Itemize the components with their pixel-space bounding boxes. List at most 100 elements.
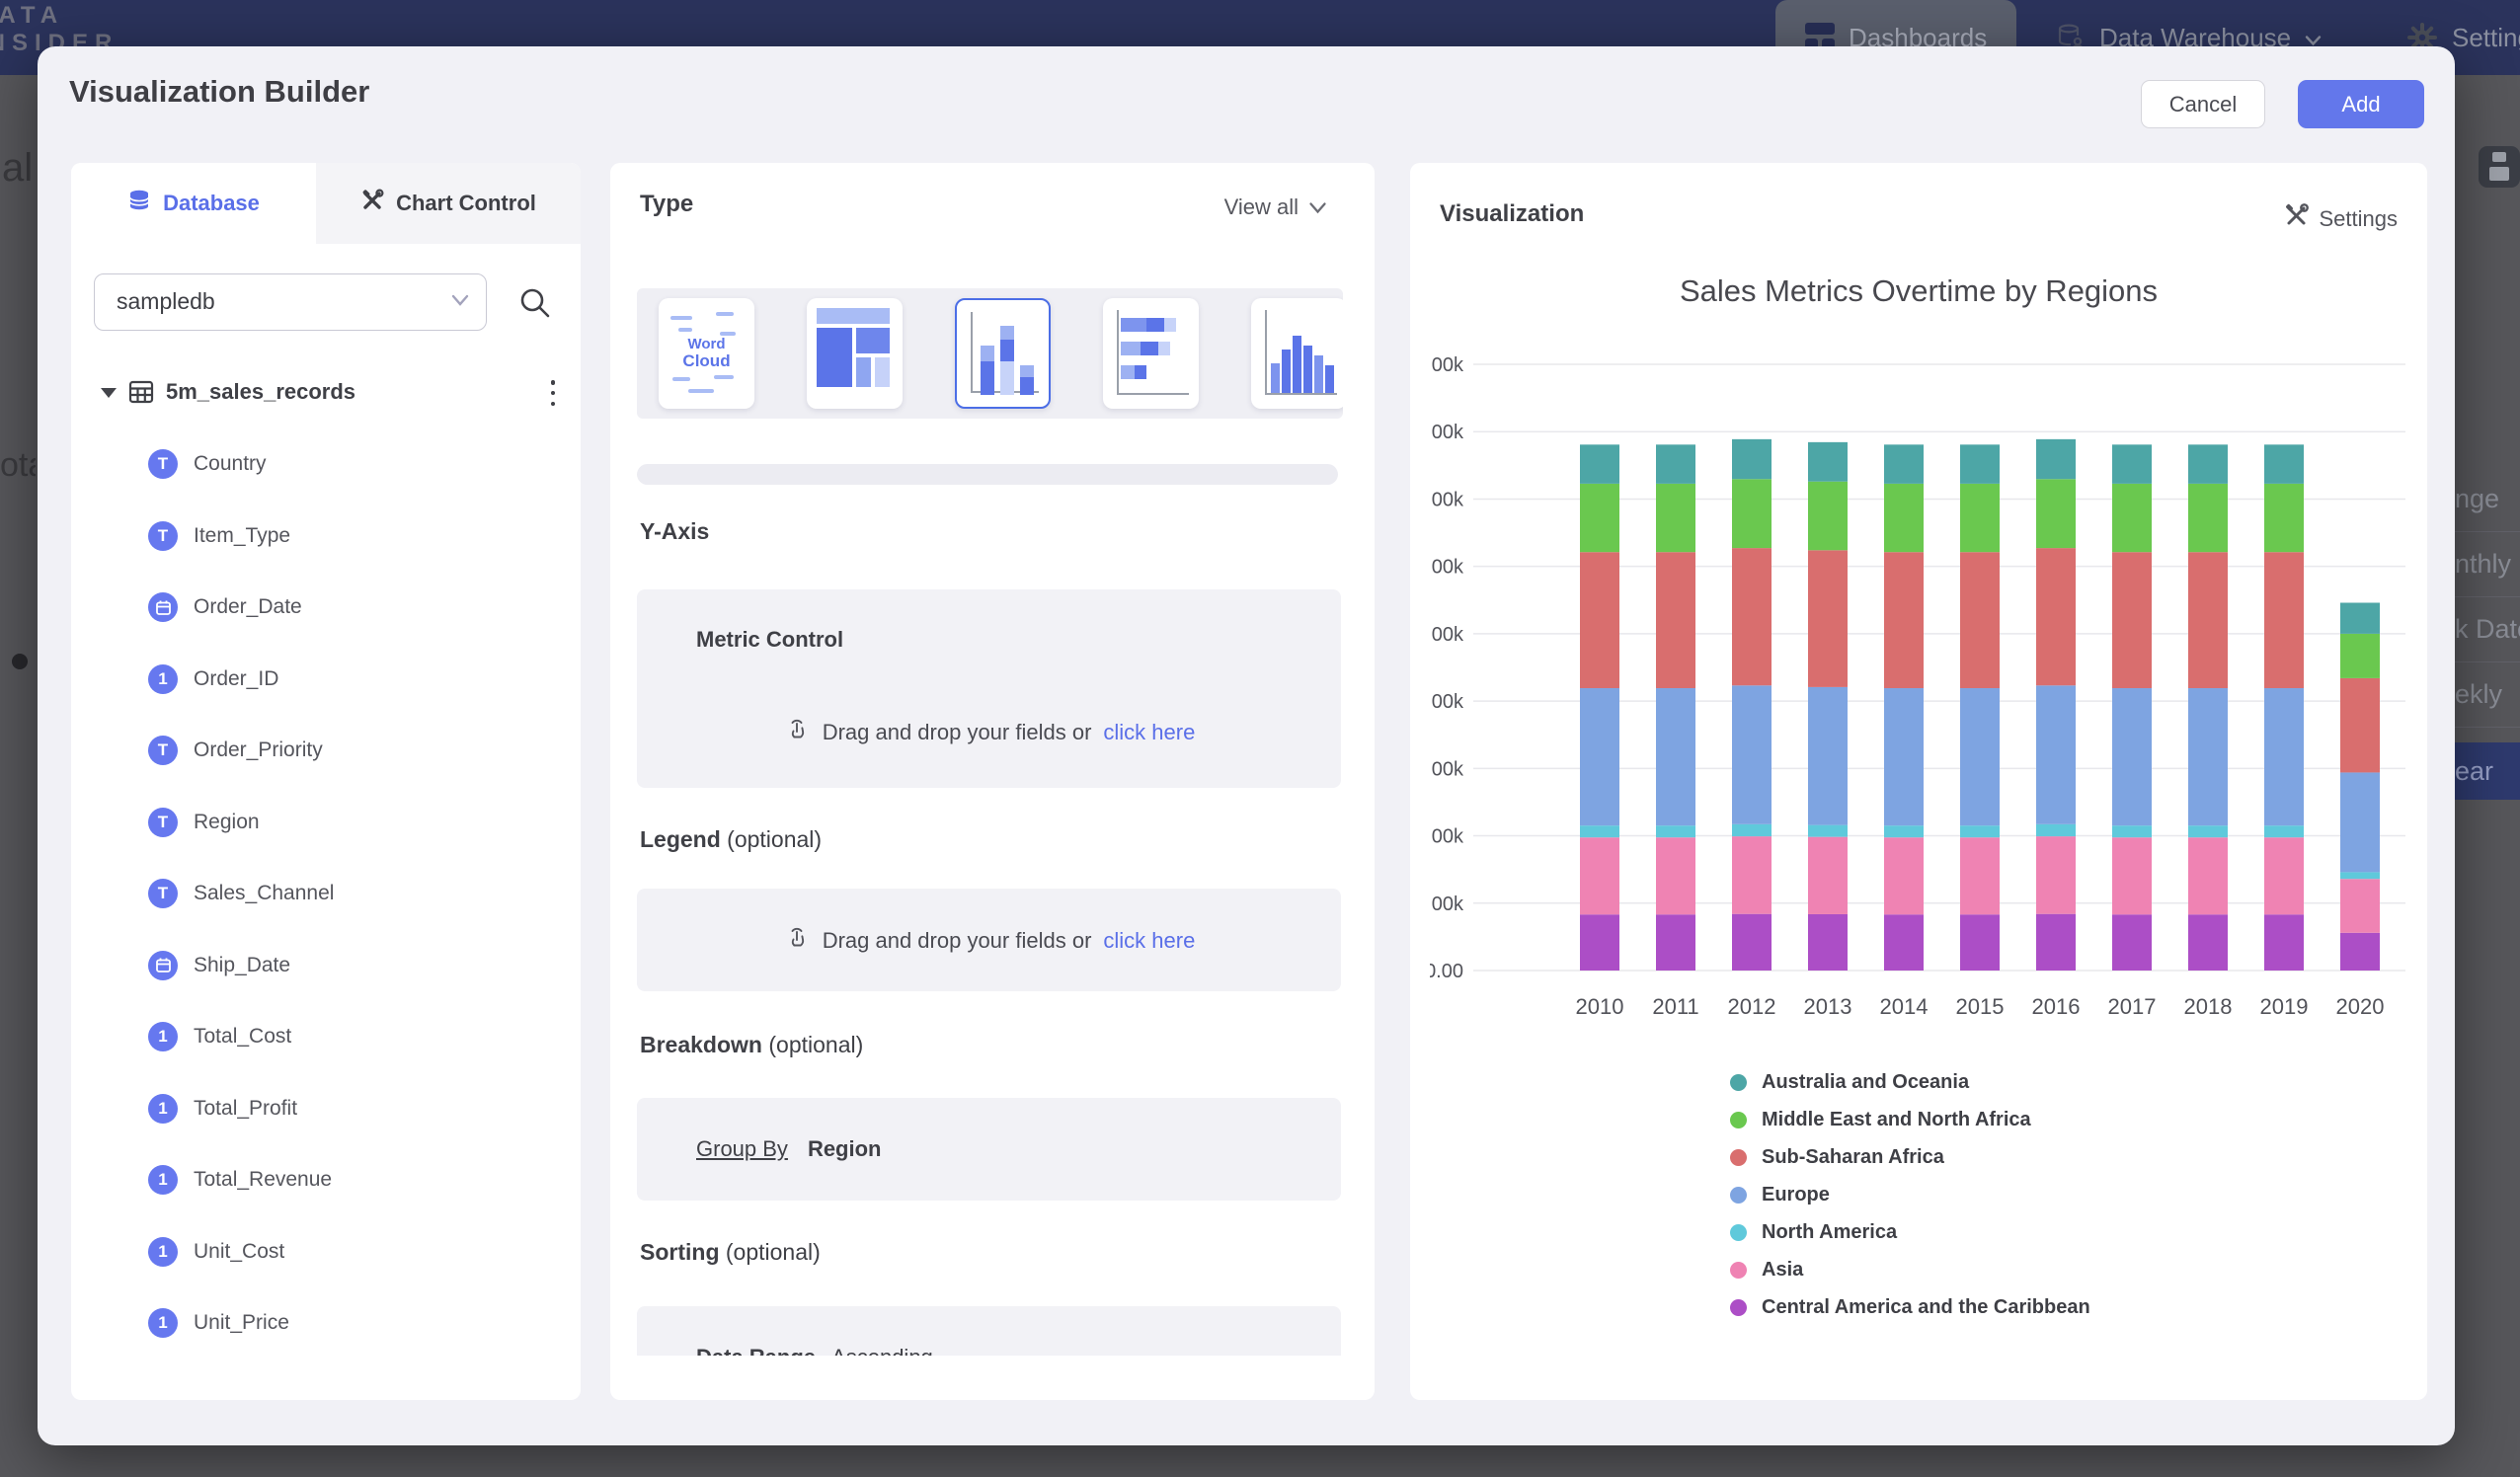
visualization-panel: Visualization Settings Sales Metrics Ove… [1410, 163, 2427, 1400]
tab-chart-control[interactable]: Chart Control [316, 163, 581, 244]
field-name: Item_Type [194, 521, 290, 551]
y-tick-label: 175.00k [1430, 489, 1464, 510]
field-row-sales_channel[interactable]: T Sales_Channel [71, 879, 581, 908]
legend-swatch [1730, 1262, 1747, 1279]
breakdown-dropzone[interactable]: Group By Region [637, 1098, 1341, 1201]
field-name: Sales_Channel [194, 879, 334, 908]
field-row-total_profit[interactable]: 1Total_Profit [71, 1094, 581, 1124]
bar-segment [1960, 825, 2000, 837]
field-row-country[interactable]: TCountry [71, 449, 581, 479]
sorting-dropzone[interactable]: Data Range Ascending [637, 1306, 1341, 1356]
x-tick-label: 2014 [1880, 994, 1929, 1019]
save-icon [2479, 146, 2520, 188]
bar-segment [1960, 552, 2000, 688]
legend-item[interactable]: Central America and the Caribbean [1730, 1288, 2090, 1326]
legend-swatch [1730, 1149, 1747, 1166]
bar-segment [1960, 484, 2000, 552]
backdrop-menu-item: k Date [2455, 596, 2520, 662]
bar-segment [2036, 548, 2076, 685]
bar-segment [1732, 836, 1772, 914]
table-name[interactable]: 5m_sales_records [166, 372, 355, 412]
legend-dropzone[interactable]: Drag and drop your fields or click here [637, 889, 1341, 991]
bar-segment [1732, 824, 1772, 836]
y-tick-label: 0.00 [1430, 961, 1463, 982]
chart-type-column[interactable] [1251, 298, 1343, 409]
builder-scroll-area: Type View all WordCloud [610, 163, 1375, 1356]
settings-label: Settings [2320, 206, 2399, 232]
bar-segment [1732, 685, 1772, 824]
field-row-unit_price[interactable]: 1Unit_Price [71, 1308, 581, 1338]
field-type-number-icon: 1 [148, 1094, 178, 1124]
field-name: Country [194, 449, 267, 479]
view-all-dropdown[interactable]: View all [1224, 194, 1327, 220]
field-row-order_date[interactable]: Order_Date [71, 592, 581, 622]
table-menu-icon[interactable] [543, 380, 563, 406]
y-tick-label: 50.00k [1430, 826, 1464, 848]
legend-section-title: Legend (optional) [640, 826, 822, 853]
field-row-total_cost[interactable]: 1Total_Cost [71, 1022, 581, 1051]
chevron-down-icon [450, 293, 470, 312]
bar-segment [1580, 825, 1619, 837]
field-row-region[interactable]: TRegion [71, 808, 581, 837]
chart-settings-button[interactable]: Settings [2283, 202, 2399, 235]
bar-segment [1732, 548, 1772, 685]
chart-type-stacked-bar[interactable] [1103, 298, 1199, 409]
dropzone-hint: Drag and drop your fields or [823, 928, 1092, 954]
tools-icon [2283, 202, 2310, 235]
bar-segment [1884, 688, 1924, 825]
group-by-link[interactable]: Group By [696, 1136, 788, 1162]
bar-segment [2112, 688, 2152, 825]
type-section-title: Type [640, 191, 693, 218]
legend-item[interactable]: Europe [1730, 1176, 2090, 1213]
legend-item[interactable]: North America [1730, 1213, 2090, 1251]
legend-item[interactable]: Sub-Saharan Africa [1730, 1138, 2090, 1176]
bar-segment [1580, 484, 1619, 552]
legend-item[interactable]: Asia [1730, 1251, 2090, 1288]
click-here-link[interactable]: click here [1103, 928, 1195, 954]
field-name: Order_ID [194, 664, 278, 694]
backdrop-bullet [12, 654, 28, 669]
legend-item[interactable]: Middle East and North Africa [1730, 1101, 2090, 1138]
chart-legend: Australia and OceaniaMiddle East and Nor… [1730, 1063, 2090, 1326]
database-select[interactable]: sampledb [94, 273, 487, 331]
field-row-order_priority[interactable]: TOrder_Priority [71, 736, 581, 765]
x-tick-label: 2020 [2336, 994, 2385, 1019]
legend-label: Central America and the Caribbean [1762, 1296, 2090, 1319]
chart-type-stacked-column[interactable] [955, 298, 1051, 409]
field-row-ship_date[interactable]: Ship_Date [71, 951, 581, 980]
database-select-value: sampledb [117, 274, 215, 329]
y-tick-label: 125.00k [1430, 624, 1464, 646]
field-row-item_type[interactable]: TItem_Type [71, 521, 581, 551]
bar-segment [1808, 837, 1848, 914]
bar-segment [1732, 479, 1772, 548]
bar-segment [2340, 872, 2380, 879]
bar-segment [2112, 484, 2152, 552]
click-here-link[interactable]: click here [1103, 720, 1195, 745]
field-row-unit_cost[interactable]: 1Unit_Cost [71, 1237, 581, 1267]
add-button[interactable]: Add [2298, 80, 2424, 128]
field-row-order_id[interactable]: 1Order_ID [71, 664, 581, 694]
metric-control-label: Metric Control [696, 627, 843, 653]
bar-segment [2264, 444, 2304, 484]
stacked-bar-chart: 0.0025.00k50.00k75.00k100.00k125.00k150.… [1430, 331, 2407, 1032]
bar-segment [1732, 914, 1772, 971]
cancel-button[interactable]: Cancel [2141, 80, 2265, 128]
bar-segment [1808, 687, 1848, 825]
field-type-text-icon: T [148, 879, 178, 908]
bar-segment [1960, 688, 2000, 825]
chart-type-word-cloud[interactable]: WordCloud [659, 298, 754, 409]
bar-segment [2188, 552, 2228, 688]
bar-segment [1884, 552, 1924, 688]
x-tick-label: 2019 [2260, 994, 2309, 1019]
legend-item[interactable]: Australia and Oceania [1730, 1063, 2090, 1101]
carousel-scrollbar[interactable] [637, 464, 1338, 485]
tab-database[interactable]: Database [71, 163, 316, 244]
collapse-toggle-icon[interactable] [101, 388, 117, 398]
y-axis-dropzone[interactable]: Metric Control Drag and drop your fields… [637, 589, 1341, 788]
backdrop-text-fragment: al [2, 146, 33, 191]
bar-segment [1884, 837, 1924, 914]
search-icon[interactable] [517, 285, 553, 326]
field-row-total_revenue[interactable]: 1Total_Revenue [71, 1165, 581, 1195]
bar-segment [1808, 550, 1848, 687]
chart-type-treemap[interactable] [807, 298, 903, 409]
